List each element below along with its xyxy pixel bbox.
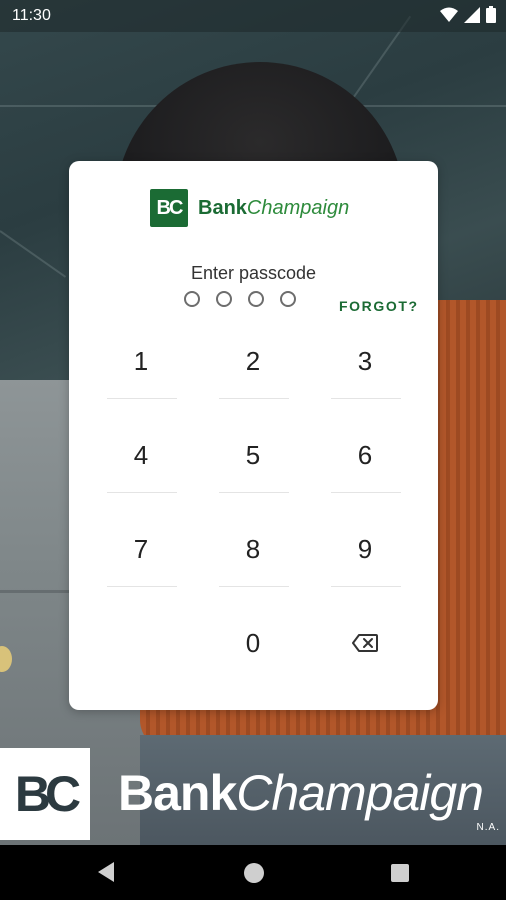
key-underline <box>331 586 401 587</box>
key-0[interactable]: 0 <box>218 608 288 678</box>
key-2[interactable]: 2 <box>218 326 288 396</box>
key-underline <box>107 586 177 587</box>
backspace-icon <box>352 628 378 659</box>
logo-bank: Bank <box>198 196 247 219</box>
bank-logo: BC BankChampaign <box>150 189 349 227</box>
logo-text: BankChampaign <box>198 197 349 220</box>
signal-icon <box>464 6 480 23</box>
home-icon[interactable] <box>242 861 266 890</box>
passcode-dot <box>184 291 200 307</box>
key-underline <box>331 492 401 493</box>
key-9[interactable]: 9 <box>330 514 400 584</box>
passcode-dot <box>216 291 232 307</box>
key-5[interactable]: 5 <box>218 420 288 490</box>
navigation-bar <box>0 845 506 900</box>
key-underline <box>219 492 289 493</box>
key-4[interactable]: 4 <box>106 420 176 490</box>
forgot-button[interactable]: FORGOT? <box>339 298 419 314</box>
status-time: 11:30 <box>12 7 51 24</box>
banner-suffix: N.A. <box>476 822 500 833</box>
passcode-dots <box>184 291 296 307</box>
recents-icon[interactable] <box>390 863 410 888</box>
status-bar: 11:30 <box>0 0 506 32</box>
battery-icon <box>486 6 496 23</box>
banner-champaign: Champaign <box>236 765 484 821</box>
banner-bank: Bank <box>118 765 237 821</box>
key-6[interactable]: 6 <box>330 420 400 490</box>
key-underline <box>219 398 289 399</box>
wifi-icon <box>440 7 458 23</box>
status-icons <box>440 6 496 23</box>
key-underline <box>331 398 401 399</box>
banner-brand-name: BankChampaign <box>118 764 484 822</box>
banner-logo-mark: BC <box>0 748 90 840</box>
key-3[interactable]: 3 <box>330 326 400 396</box>
passcode-card: BC BankChampaign Enter passcode FORGOT? … <box>69 161 438 710</box>
key-7[interactable]: 7 <box>106 514 176 584</box>
backspace-button[interactable] <box>330 608 400 678</box>
key-8[interactable]: 8 <box>218 514 288 584</box>
key-underline <box>107 492 177 493</box>
key-underline <box>107 398 177 399</box>
passcode-prompt: Enter passcode <box>190 263 317 283</box>
passcode-dot <box>248 291 264 307</box>
passcode-dot <box>280 291 296 307</box>
key-underline <box>219 586 289 587</box>
key-1[interactable]: 1 <box>106 326 176 396</box>
logo-champaign: Champaign <box>246 196 350 219</box>
logo-mark: BC <box>150 189 188 227</box>
brand-banner: BC BankChampaign N.A. <box>0 748 506 840</box>
back-icon[interactable] <box>96 861 116 888</box>
